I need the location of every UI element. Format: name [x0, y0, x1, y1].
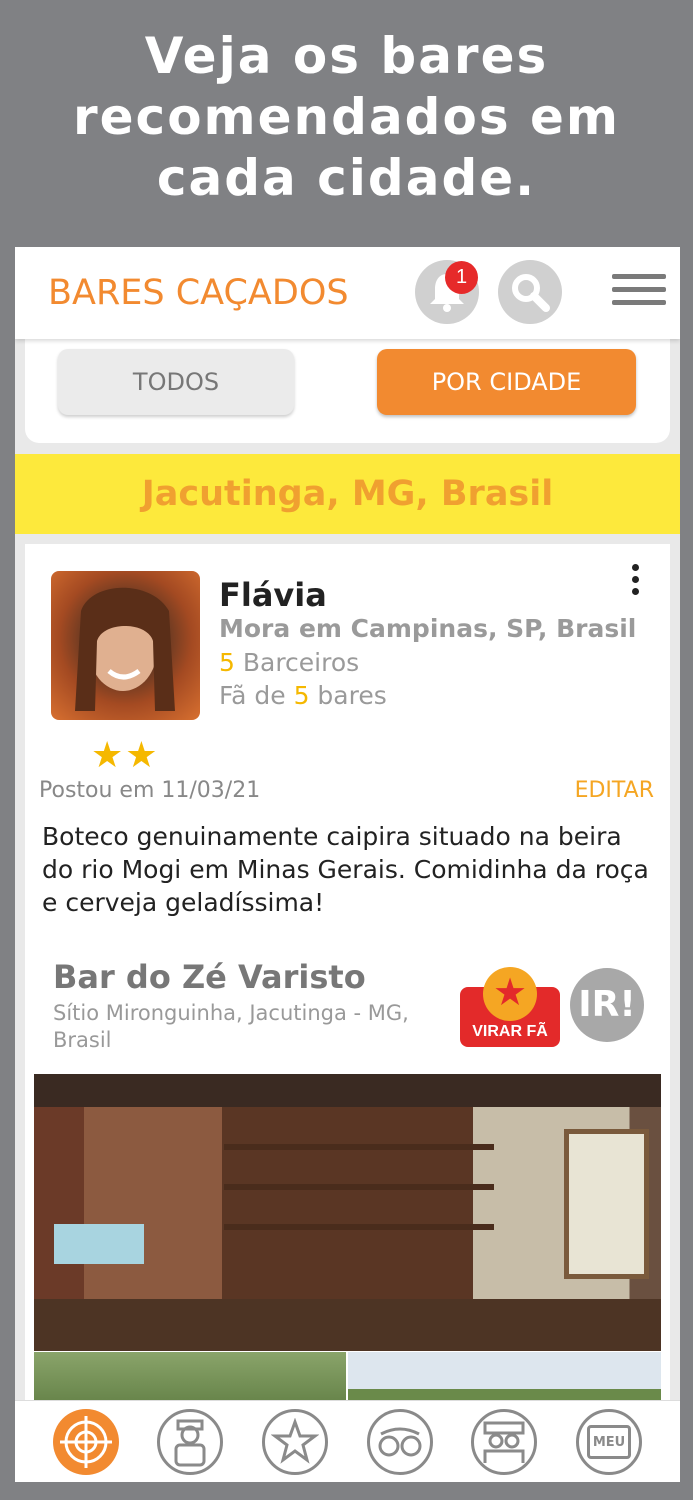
group-icon: [483, 1421, 525, 1463]
more-options-icon[interactable]: [629, 564, 641, 598]
tab-profile[interactable]: [157, 1409, 223, 1475]
person-icon: [174, 1419, 206, 1467]
friends-count: 5: [219, 648, 235, 677]
promo-line-3: cada cidade.: [156, 149, 537, 207]
user-city: Mora em Campinas, SP, Brasil: [219, 614, 637, 643]
become-fan-button[interactable]: ★ VIRAR FÃ: [460, 967, 560, 1047]
notification-badge: 1: [445, 261, 478, 294]
post-card: Flávia Mora em Campinas, SP, Brasil 5 Ba…: [25, 544, 670, 1444]
tab-group[interactable]: [471, 1409, 537, 1475]
rating-stars: ★★: [91, 734, 160, 775]
fan-suffix: bares: [309, 681, 387, 710]
promo-line-2: recomendados em: [72, 88, 621, 146]
become-fan-label: VIRAR FÃ: [472, 1023, 548, 1040]
city-header: Jacutinga, MG, Brasil: [15, 454, 680, 534]
post-text: Boteco genuinamente caipira situado na b…: [42, 822, 649, 917]
search-icon: [512, 274, 550, 312]
user-photo: [75, 587, 175, 711]
bar-name[interactable]: Bar do Zé Varisto: [53, 958, 366, 996]
fan-count: 5: [293, 681, 310, 710]
glasses-icon: [378, 1427, 422, 1457]
bottom-tab-bar: MEU: [15, 1400, 680, 1482]
bar-address: Sítio Mironguinha, Jacutinga - MG, Brasi…: [53, 1001, 409, 1052]
crosshair-icon: [60, 1416, 112, 1468]
bar-photo[interactable]: [34, 1074, 661, 1351]
avatar[interactable]: [51, 571, 200, 720]
filter-all-button[interactable]: TODOS: [58, 349, 294, 415]
tab-friends[interactable]: [367, 1409, 433, 1475]
friends-line: 5 Barceiros: [219, 648, 359, 677]
posted-date: Postou em 11/03/21: [39, 778, 261, 803]
tab-favorites[interactable]: [262, 1409, 328, 1475]
hamburger-menu-icon[interactable]: [612, 274, 666, 308]
filter-card: TODOS POR CIDADE: [25, 339, 670, 443]
tv-icon: MEU: [587, 1425, 631, 1459]
search-button[interactable]: [498, 260, 562, 324]
promo-headline: Veja os bares recomendados em cada cidad…: [0, 26, 693, 209]
app-bar: BARES CAÇADOS 1: [15, 247, 680, 339]
app-title: BARES CAÇADOS: [48, 273, 349, 313]
fan-prefix: Fã de: [219, 681, 294, 710]
fan-line: Fã de 5 bares: [219, 681, 387, 710]
meu-label: MEU: [592, 1434, 626, 1450]
promo-line-1: Veja os bares: [144, 27, 549, 85]
star-outline-icon: [271, 1418, 319, 1464]
go-to-bar-button[interactable]: IR!: [570, 968, 644, 1042]
filter-by-city-button[interactable]: POR CIDADE: [377, 349, 636, 415]
phone-screen: BARES CAÇADOS 1 TODOS POR CIDADE Jacutin…: [15, 247, 680, 1482]
friends-label: Barceiros: [234, 648, 360, 677]
tab-meu[interactable]: MEU: [576, 1409, 642, 1475]
user-name[interactable]: Flávia: [219, 576, 327, 614]
tab-hunt[interactable]: [53, 1409, 119, 1475]
edit-link[interactable]: EDITAR: [575, 778, 654, 803]
star-icon: ★: [483, 967, 537, 1021]
